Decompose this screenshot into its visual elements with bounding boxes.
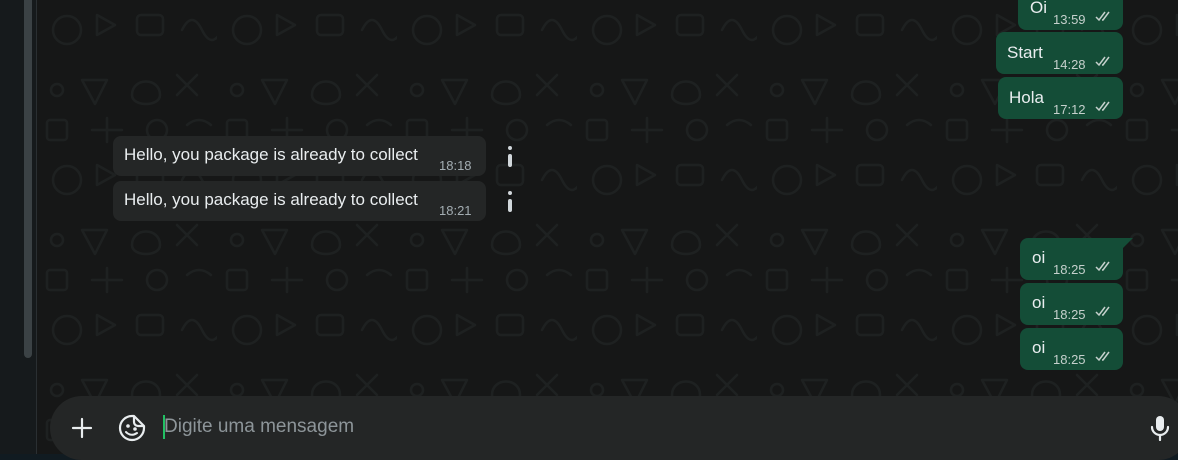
message-input[interactable]: Digite uma mensagem xyxy=(164,414,1064,440)
message-time: 13:59 xyxy=(1053,12,1086,27)
message-text: Oi xyxy=(1030,0,1047,17)
bubble-tail xyxy=(1123,238,1133,248)
message-bubble-outgoing[interactable]: Start 14:28 xyxy=(996,32,1123,74)
sticker-icon xyxy=(118,414,146,442)
message-bubble-incoming[interactable]: Hello, you package is already to collect… xyxy=(113,181,486,221)
message-bubble-outgoing[interactable]: oi 18:25 xyxy=(1020,283,1123,325)
message-text: Hola xyxy=(1009,88,1044,107)
sticker-button[interactable] xyxy=(114,410,150,446)
message-bubble-outgoing[interactable]: Hola 17:12 xyxy=(998,77,1123,119)
left-panel-edge xyxy=(0,0,37,454)
double-check-icon xyxy=(1095,56,1113,67)
message-text: Hello, you package is already to collect xyxy=(124,145,418,164)
microphone-icon xyxy=(1150,416,1170,441)
double-check-icon xyxy=(1095,101,1113,112)
double-check-icon xyxy=(1095,306,1113,317)
message-text: Start xyxy=(1007,43,1043,62)
message-text: oi xyxy=(1032,338,1046,357)
message-time: 18:18 xyxy=(439,158,472,173)
message-time: 18:21 xyxy=(439,203,472,218)
message-composer: Digite uma mensagem xyxy=(50,396,1178,460)
message-bubble-incoming[interactable]: Hello, you package is already to collect… xyxy=(113,136,486,176)
message-bubble-outgoing[interactable]: oi 18:25 xyxy=(1020,328,1123,370)
message-bubble-outgoing[interactable]: oi 18:25 xyxy=(1020,238,1123,280)
message-time: 14:28 xyxy=(1053,57,1086,72)
message-time: 17:12 xyxy=(1053,102,1086,117)
attach-button[interactable] xyxy=(64,410,100,446)
microphone-button[interactable] xyxy=(1142,410,1178,446)
plus-icon xyxy=(71,417,93,439)
message-menu-button[interactable] xyxy=(503,189,517,215)
double-check-icon xyxy=(1095,351,1113,362)
double-check-icon xyxy=(1095,11,1113,22)
message-time: 18:25 xyxy=(1053,262,1086,277)
message-time: 18:25 xyxy=(1053,307,1086,322)
message-text: oi xyxy=(1032,293,1046,312)
message-menu-button[interactable] xyxy=(503,144,517,170)
scrollbar-thumb[interactable] xyxy=(24,0,32,358)
message-time: 18:25 xyxy=(1053,352,1086,367)
message-text: oi xyxy=(1032,248,1046,267)
double-check-icon xyxy=(1095,261,1113,272)
message-bubble-outgoing[interactable]: Oi 13:59 xyxy=(1018,0,1123,30)
message-text: Hello, you package is already to collect xyxy=(124,190,418,209)
